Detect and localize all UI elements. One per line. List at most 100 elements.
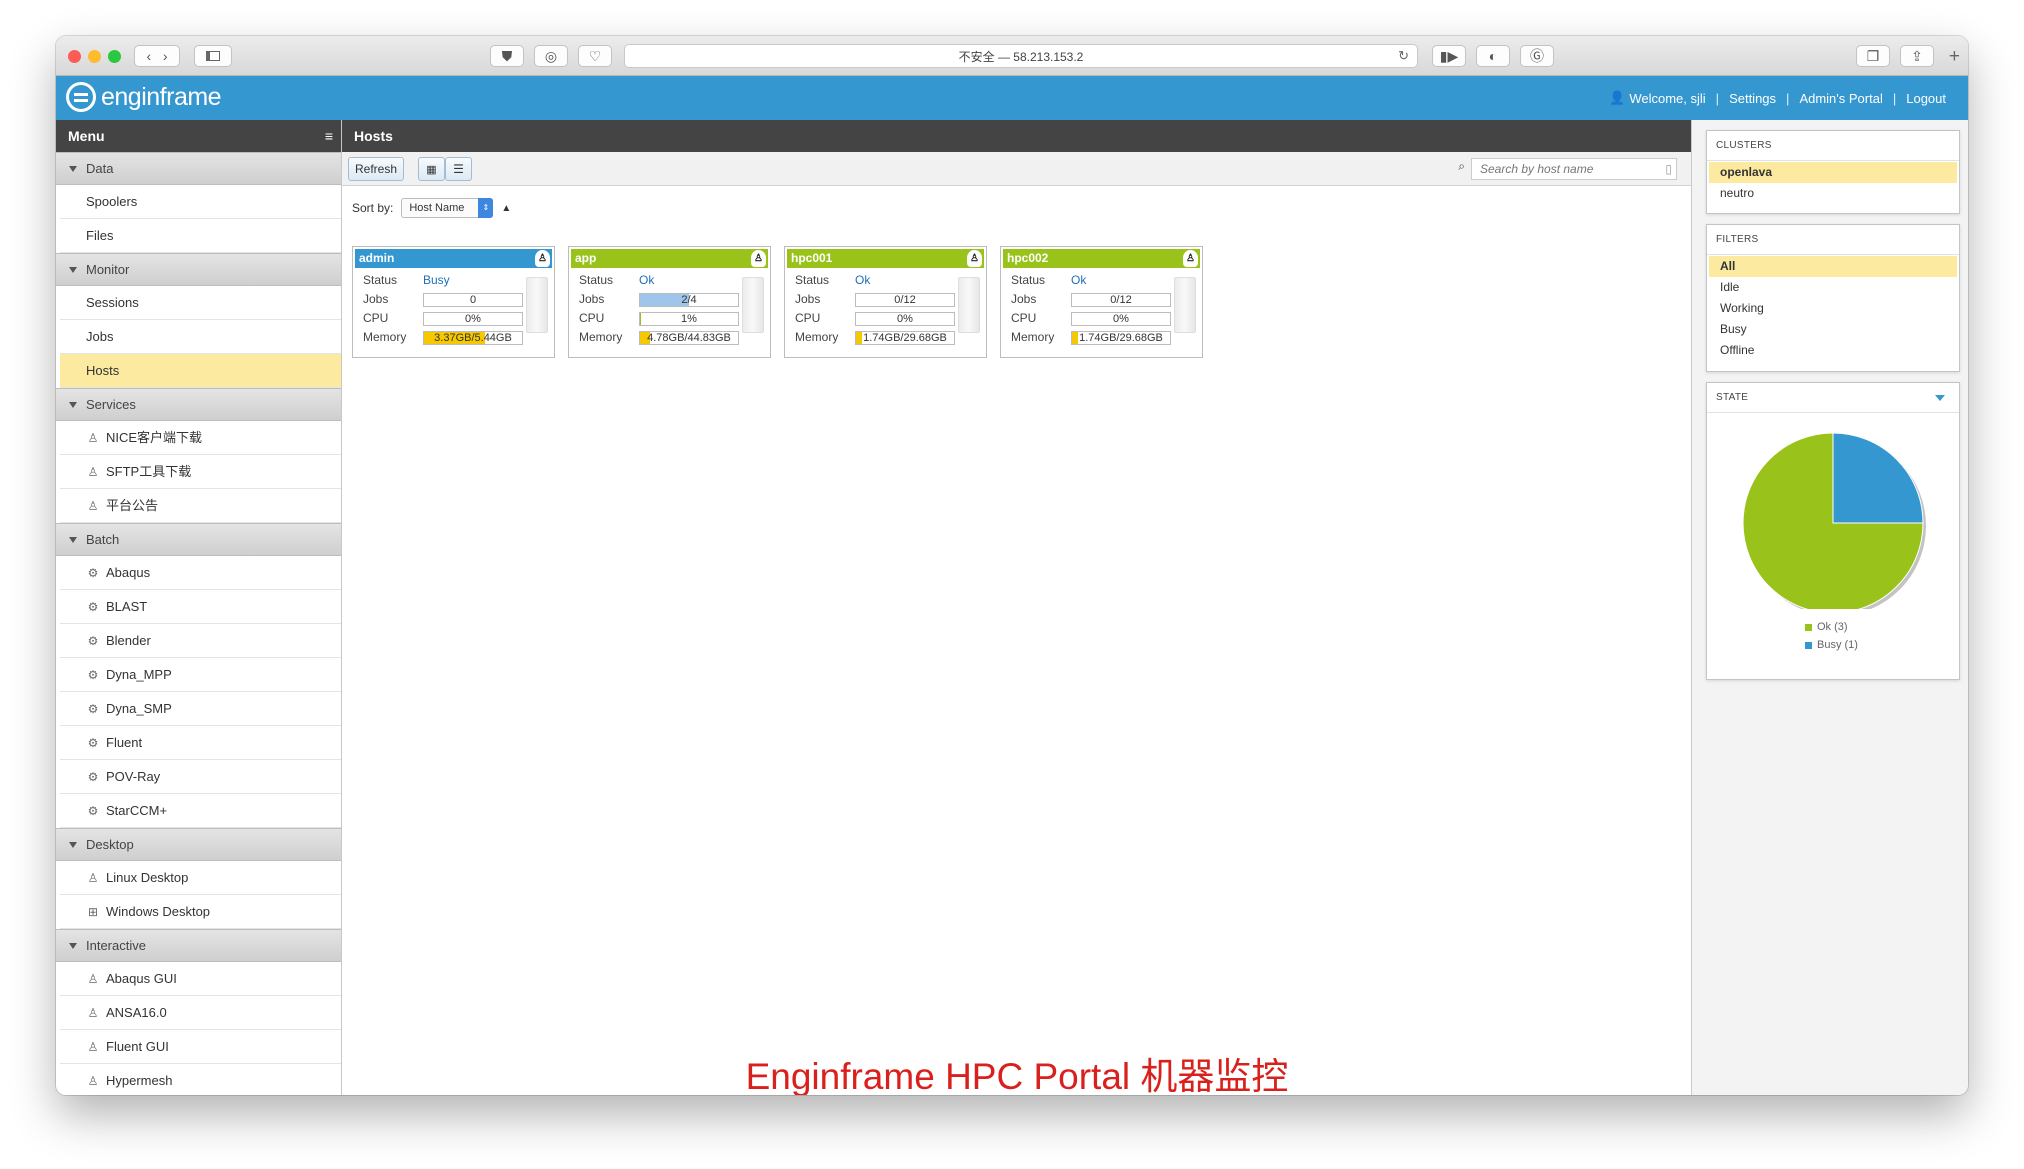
sidebar-item[interactable]: ⚙ POV-Ray [60,760,341,794]
minimize-window-button[interactable] [88,50,101,63]
sidebar-item[interactable]: ⚙ Blender [60,624,341,658]
host-name: hpc002 [1007,251,1049,265]
cluster-item[interactable]: openlava [1709,162,1957,183]
filter-item[interactable]: Offline [1709,340,1957,361]
menu-section-interactive[interactable]: Interactive [56,929,341,962]
extension-button-5[interactable]: ◐ [1476,45,1510,67]
sidebar-item[interactable]: ♙ Abaqus GUI [60,962,341,996]
sidebar-item[interactable]: ⚙ Fluent [60,726,341,760]
sidebar-item[interactable]: ⚙ StarCCM+ [60,794,341,828]
sidebar-item[interactable]: ♙ ANSA16.0 [60,996,341,1030]
user-icon: 👤 [1609,90,1626,105]
extension-button-3[interactable]: ♡ [578,45,612,67]
tabs-overview-button[interactable]: ❐ [1856,45,1890,67]
menu-collapse-icon[interactable]: ≡ [325,120,333,152]
extension-button-4[interactable]: ▮▶ [1432,45,1466,67]
sidebar-item[interactable]: Hosts [60,354,341,388]
sidebar-item[interactable]: ⚙ Abaqus [60,556,341,590]
sidebar-item[interactable]: ♙ NICE客户端下载 [60,421,341,455]
chevron-down-icon[interactable] [1935,395,1945,401]
sidebar-item-label: BLAST [106,598,148,614]
sidebar-item-label: Blender [106,632,151,648]
settings-link[interactable]: Settings [1729,91,1776,106]
sidebar-item[interactable]: ♙ Linux Desktop [60,861,341,895]
memory-bar: 3.37GB/5.44GB [423,331,523,345]
sidebar-item[interactable]: ⚙ Dyna_MPP [60,658,341,692]
sort-direction-icon[interactable]: ▲ [501,203,511,214]
back-forward-buttons[interactable]: ‹ › [134,45,180,67]
host-card[interactable]: app ♙ Status Ok Jobs 2/4 CPU 1% Memory 4.78GB/44.… [568,246,771,358]
host-search-input[interactable]: Search by host name ▯ [1471,158,1677,180]
filter-item[interactable]: Idle [1709,277,1957,298]
password-icon: ◎ [544,47,558,64]
jobs-value: 0 [469,294,477,306]
menu-section-data[interactable]: Data [56,152,341,185]
host-card[interactable]: hpc002 ♙ Status Ok Jobs 0/12 CPU 0% Memory 1.74GB… [1000,246,1203,358]
logout-link[interactable]: Logout [1906,91,1946,106]
list-view-button[interactable]: ☰ [445,157,472,181]
clusters-panel: CLUSTERS openlava neutro [1706,130,1960,214]
sidebar-item-label: StarCCM+ [106,802,168,818]
sidebar-item[interactable]: Files [60,219,341,253]
server-icon [526,277,548,333]
select-arrow-icon: ⇕ [478,198,494,218]
sidebar-item[interactable]: ♙ Hypermesh [60,1064,341,1095]
extension-button-2[interactable]: ◎ [534,45,568,67]
legend-busy-swatch [1805,641,1812,649]
extension-button-1[interactable]: ⛊ [490,45,524,67]
jobs-bar: 0/12 [1071,293,1171,307]
gears-icon: ⚙ [87,667,99,682]
new-tab-icon[interactable]: + [1949,46,1960,68]
clear-search-icon[interactable]: ▯ [1665,159,1672,179]
legend-busy[interactable]: Busy (1) [1805,639,1858,651]
host-card[interactable]: hpc001 ♙ Status Ok Jobs 0/12 CPU 0% Memory 1.74GB… [784,246,987,358]
host-card-header: app ♙ [571,249,768,268]
sidebar-item[interactable]: Spoolers [60,185,341,219]
filter-item[interactable]: Working [1709,298,1957,319]
legend-ok[interactable]: Ok (3) [1805,621,1848,633]
header-links: 👤 Welcome, sjli | Settings | Admin's Por… [1609,90,1946,106]
share-icon: ⇪ [1911,47,1923,64]
pie-slice-busy[interactable] [1832,432,1924,524]
share-button[interactable]: ⇪ [1900,45,1934,67]
jobs-row: Jobs 0/12 [1003,290,1200,309]
main-panel: Hosts Refresh ▦ ☰ ⌕ Search by host name … [342,120,1692,1095]
jobs-value: 2/4 [681,294,697,306]
sidebar-item[interactable]: ⚙ Dyna_SMP [60,692,341,726]
grid-view-button[interactable]: ▦ [418,157,445,181]
sidebar-item[interactable]: ♙ 平台公告 [60,489,341,523]
sidebar-item[interactable]: ♙ Fluent GUI [60,1030,341,1064]
menu-section-desktop[interactable]: Desktop [56,828,341,861]
cluster-item[interactable]: neutro [1709,183,1957,204]
sidebar-item[interactable]: ♙ SFTP工具下载 [60,455,341,489]
sidebar-toggle-button[interactable] [194,45,232,67]
enginframe-logo[interactable]: enginframe [66,82,222,112]
gears-icon: ⚙ [87,735,99,750]
reload-icon[interactable]: ↻ [1398,48,1409,64]
extension-button-6[interactable]: Ⓖ [1520,45,1554,67]
sidebar-item[interactable]: ⚙ BLAST [60,590,341,624]
sidebar-item[interactable]: Sessions [60,286,341,320]
cpu-bar: 0% [423,312,523,326]
sidebar-item[interactable]: Jobs [60,320,341,354]
sidebar-item[interactable]: ⊞ Windows Desktop [60,895,341,929]
search-placeholder: Search by host name [1480,162,1594,176]
refresh-button[interactable]: Refresh [348,157,404,181]
filter-item[interactable]: All [1709,256,1957,277]
menu-section-services[interactable]: Services [56,388,341,421]
admin-portal-link[interactable]: Admin's Portal [1799,91,1882,106]
sort-select[interactable]: Host Name ⇕ [401,198,494,218]
sidebar-menu: Menu ≡ Data Spoolers Files Monitor Sessions J… [56,120,342,1095]
memory-row: Memory 4.78GB/44.83GB [571,328,768,347]
menu-section-batch[interactable]: Batch [56,523,341,556]
host-card[interactable]: admin ♙ Status Busy Jobs 0 CPU 0% Memory 3.37GB/5… [352,246,555,358]
filter-item[interactable]: Busy [1709,319,1957,340]
address-bar[interactable]: 不安全 — 58.213.153.2 ↻ [624,44,1418,68]
memory-row: Memory 1.74GB/29.68GB [787,328,984,347]
menu-section-monitor[interactable]: Monitor [56,253,341,286]
close-window-button[interactable] [68,50,81,63]
sidebar-item-label: Fluent [106,734,143,750]
zoom-window-button[interactable] [108,50,121,63]
status-label: Status [795,273,830,287]
host-card-header: hpc002 ♙ [1003,249,1200,268]
